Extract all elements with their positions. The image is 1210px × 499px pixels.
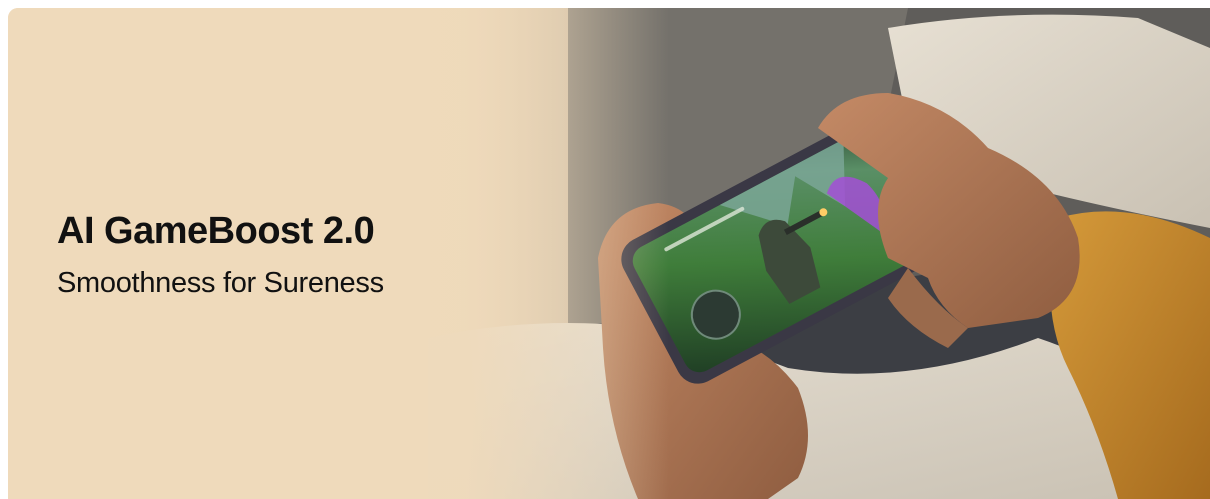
promo-banner[interactable]: AI GameBoost 2.0 Smoothness for Sureness: [8, 8, 1210, 499]
banner-copy: AI GameBoost 2.0 Smoothness for Sureness: [57, 208, 384, 300]
banner-subheadline: Smoothness for Sureness: [57, 267, 384, 299]
banner-headline: AI GameBoost 2.0: [57, 210, 375, 252]
